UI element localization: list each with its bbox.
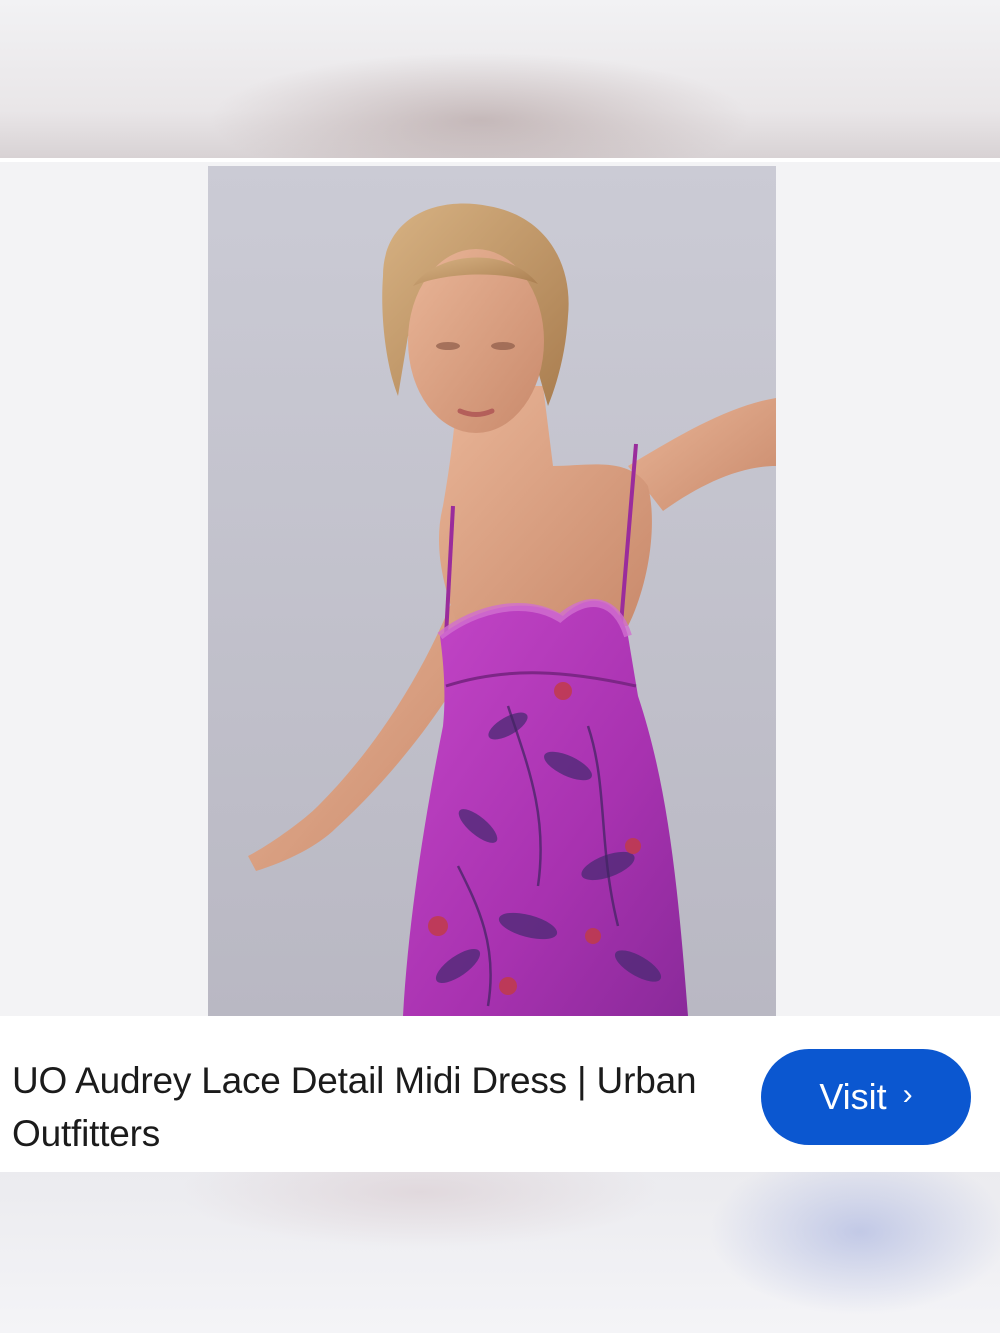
blurred-previous-result [0,0,1000,158]
visit-button[interactable]: Visit › [761,1049,971,1145]
result-caption-bar: UO Audrey Lace Detail Midi Dress | Urban… [0,1016,1000,1172]
visit-label: Visit [819,1076,887,1117]
image-viewer [0,162,1000,1016]
model-photo-illustration [208,166,776,1016]
chevron-right-icon: › [902,1078,913,1111]
product-title[interactable]: UO Audrey Lace Detail Midi Dress | Urban… [12,1054,732,1160]
product-image[interactable] [208,166,776,1016]
blurred-next-result [0,1172,1000,1333]
